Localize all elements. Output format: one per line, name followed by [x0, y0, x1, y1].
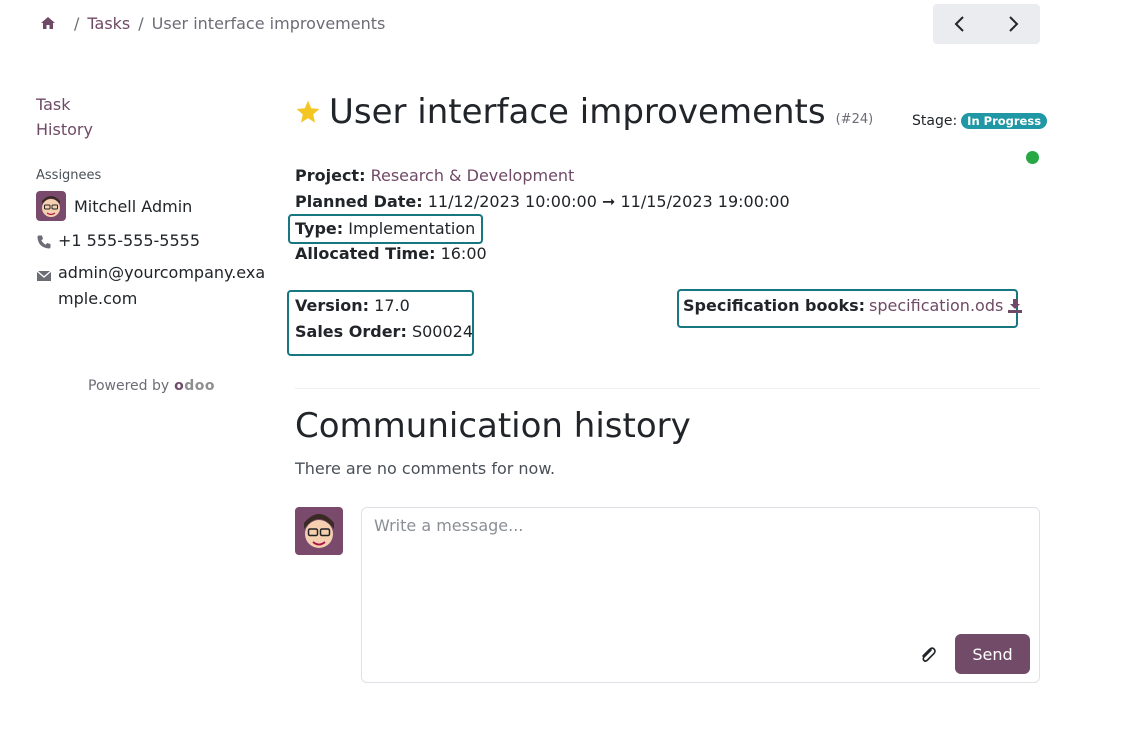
planned-date-label: Planned Date:: [295, 192, 423, 211]
communication-title: Communication history: [295, 406, 691, 446]
stage-label: Stage:: [912, 113, 958, 129]
project-field: Project: Research & Development: [295, 166, 574, 185]
powered-by: Powered by odoo: [88, 378, 215, 394]
star-icon[interactable]: [295, 99, 321, 125]
page-title: User interface improvements: [329, 92, 826, 132]
no-comments-text: There are no comments for now.: [295, 459, 556, 478]
chevron-left-icon: [954, 16, 964, 32]
current-user-avatar: [295, 507, 343, 555]
stage: Stage: In Progress: [912, 113, 1048, 129]
sidebar-link-task[interactable]: Task: [36, 92, 266, 117]
project-label: Project:: [295, 166, 366, 185]
assignee-row: Mitchell Admin: [36, 191, 266, 221]
task-id: (#24): [835, 112, 874, 127]
sales-order-value: S00024: [411, 322, 473, 341]
home-icon[interactable]: [40, 15, 56, 31]
envelope-icon: [36, 270, 52, 281]
sales-order-field: Sales Order: S00024: [295, 322, 473, 341]
message-input[interactable]: [374, 516, 1024, 626]
paperclip-icon[interactable]: [918, 645, 938, 665]
version-label: Version:: [295, 296, 370, 315]
specification-label: Specification books:: [683, 296, 866, 315]
breadcrumb-separator: /: [138, 13, 144, 33]
previous-button[interactable]: [933, 4, 987, 44]
next-button[interactable]: [987, 4, 1041, 44]
assignee-name: Mitchell Admin: [74, 196, 193, 216]
kanban-state-dot[interactable]: [1026, 151, 1039, 164]
sidebar: Task History Assignees Mitchell Admin +1…: [36, 92, 266, 312]
chevron-right-icon: [1009, 16, 1019, 32]
email-address: admin@yourcompany.example.com: [58, 263, 266, 308]
breadcrumb-current: User interface improvements: [151, 13, 386, 33]
project-link[interactable]: Research & Development: [371, 166, 575, 185]
powered-by-text: Powered by: [88, 378, 170, 394]
type-value: Implementation: [348, 219, 476, 238]
allocated-time-label: Allocated Time:: [295, 244, 436, 263]
message-composer: Send: [361, 507, 1040, 683]
record-pager: [933, 4, 1040, 44]
breadcrumb-separator: /: [74, 13, 80, 33]
version-value: 17.0: [374, 296, 410, 315]
phone-icon: [37, 235, 51, 249]
phone-number: +1 555-555-5555: [58, 231, 201, 250]
type-label: Type:: [295, 219, 344, 238]
allocated-time-field: Allocated Time: 16:00: [295, 244, 487, 263]
breadcrumb-tasks[interactable]: Tasks: [87, 14, 130, 33]
specification-field: Specification books: specification.ods: [683, 296, 1023, 315]
planned-date-field: Planned Date: 11/12/2023 10:00:00 ➞ 11/1…: [295, 192, 790, 211]
email-row: admin@yourcompany.example.com: [36, 260, 266, 312]
download-icon[interactable]: [1007, 298, 1023, 314]
avatar: [36, 191, 66, 221]
allocated-time-value: 16:00: [440, 244, 487, 263]
sidebar-link-history[interactable]: History: [36, 117, 266, 142]
sales-order-label: Sales Order:: [295, 322, 407, 341]
send-button[interactable]: Send: [955, 634, 1030, 674]
version-field: Version: 17.0: [295, 296, 410, 315]
phone-row: +1 555-555-5555: [36, 231, 266, 250]
planned-date-value: 11/12/2023 10:00:00 ➞ 11/15/2023 19:00:0…: [427, 192, 790, 211]
divider: [295, 388, 1040, 389]
odoo-logo[interactable]: odoo: [174, 378, 215, 394]
assignees-label: Assignees: [36, 168, 102, 183]
type-field: Type: Implementation: [295, 219, 475, 238]
breadcrumb: / Tasks / User interface improvements: [40, 12, 385, 34]
status-badge: In Progress: [961, 113, 1048, 129]
specification-file-link[interactable]: specification.ods: [869, 296, 1003, 315]
task-header: User interface improvements (#24): [295, 92, 873, 132]
